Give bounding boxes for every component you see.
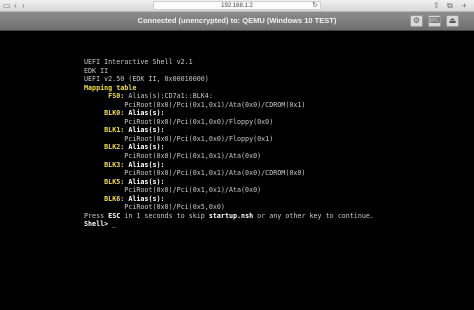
text-cursor: _	[112, 220, 117, 229]
mapping-path: PciRoot(0x0)/Pci(0x1,0x1)/Ata(0x0)/CDROM…	[124, 169, 306, 178]
mapping-entry: BLK1: Alias(s):	[104, 126, 165, 135]
settings-icon-button[interactable]: ⚙	[410, 15, 423, 27]
vnc-status-bar: Connected (unencrypted) to: QEMU (Window…	[0, 12, 474, 31]
browser-toolbar: ▭ ‹ › 192.168.1.2 ↻ ⇪ ⧉ +	[0, 0, 474, 12]
reload-icon[interactable]: ↻	[312, 2, 318, 10]
vnc-console-screen[interactable]: UEFI Interactive Shell v2.1 EDK II UEFI …	[0, 31, 474, 310]
new-tab-icon[interactable]: +	[462, 1, 467, 10]
mapping-entry: BLK3: Alias(s):	[104, 160, 165, 169]
tabs-icon[interactable]: ⧉	[447, 1, 453, 10]
mapping-path: PciRoot(0x0)/Pci(0x1,0x0)/Floppy(0x0)	[124, 117, 274, 126]
mapping-entry: FS0: Alias(s):CD7a1::BLK4:	[108, 92, 213, 101]
mapping-path: PciRoot(0x0)/Pci(0x1,0x1)/Ata(0x0)	[124, 152, 262, 161]
mapping-path: PciRoot(0x0)/Pci(0x5,0x0)	[124, 203, 225, 212]
mapping-entry: BLK0: Alias(s):	[104, 109, 165, 118]
mapping-entry: BLK2: Alias(s):	[104, 143, 165, 152]
address-text: 192.168.1.2	[221, 3, 253, 9]
shell-prompt[interactable]: Shell> _	[84, 220, 374, 229]
mapping-path: PciRoot(0x0)/Pci(0x1,0x1)/Ata(0x0)/CDROM…	[124, 100, 306, 109]
keyboard-icon-button[interactable]: ⌨	[428, 15, 441, 27]
startup-prompt-line: Press ESC in 1 seconds to skip startup.n…	[84, 211, 374, 220]
back-icon[interactable]: ‹	[14, 1, 17, 10]
uefi-shell-output: UEFI Interactive Shell v2.1 EDK II UEFI …	[84, 58, 374, 229]
vnc-connection-title: Connected (unencrypted) to: QEMU (Window…	[137, 16, 337, 25]
forward-icon[interactable]: ›	[22, 1, 25, 10]
mapping-entry: BLK6: Alias(s):	[104, 194, 165, 203]
address-bar[interactable]: 192.168.1.2 ↻	[153, 1, 321, 10]
mapping-entry: BLK5: Alias(s):	[104, 177, 165, 186]
disconnect-icon-button[interactable]: ⏏	[446, 15, 459, 27]
console-line: EDK II	[84, 66, 109, 75]
mapping-path: PciRoot(0x0)/Pci(0x1,0x0)/Floppy(0x1)	[124, 134, 274, 143]
console-line: UEFI Interactive Shell v2.1	[84, 58, 193, 66]
mapping-table-heading: Mapping table	[84, 83, 137, 92]
mapping-path: PciRoot(0x0)/Pci(0x1,0x1)/Ata(0x0)	[124, 186, 262, 195]
sidebar-icon[interactable]: ▭	[3, 1, 11, 10]
console-line: UEFI v2.50 (EDK II, 0x00010000)	[84, 75, 209, 84]
share-icon[interactable]: ⇪	[433, 1, 440, 10]
